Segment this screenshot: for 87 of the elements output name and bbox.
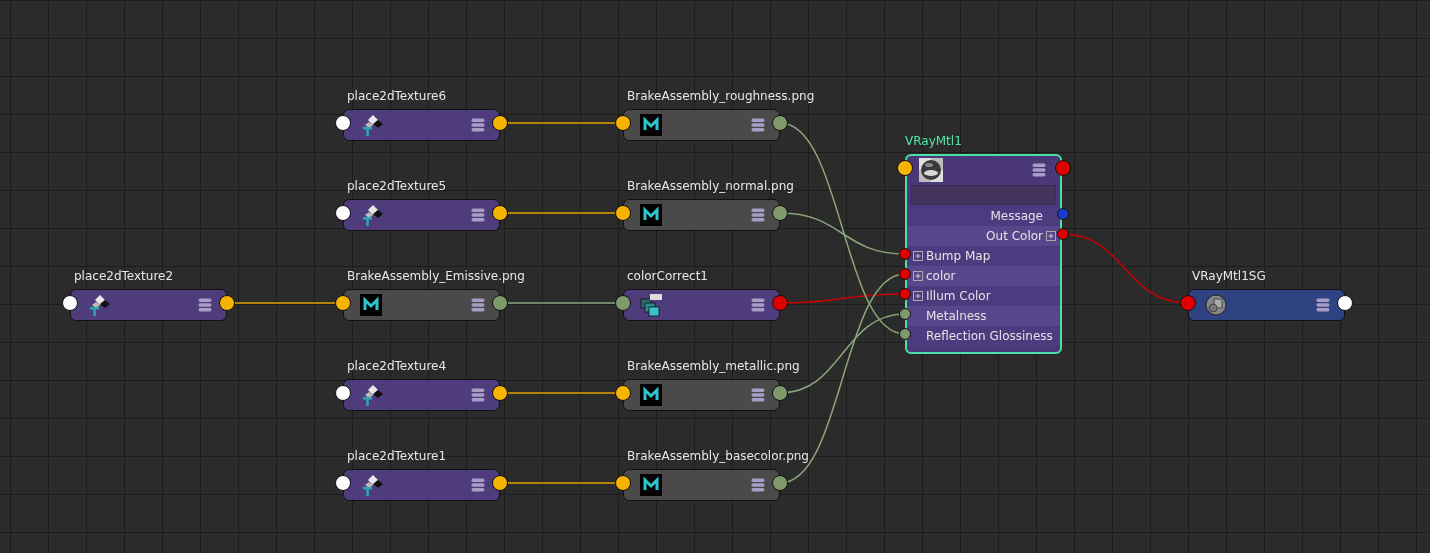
output-port[interactable] [772,385,788,401]
input-port[interactable] [615,295,631,311]
node-title: place2dTexture1 [347,448,447,465]
output-port[interactable] [1337,295,1353,311]
output-port[interactable] [492,295,508,311]
output-port[interactable] [219,295,235,311]
texture-file-icon [360,294,382,316]
input-port[interactable] [335,385,351,401]
output-port[interactable] [492,385,508,401]
node-body[interactable] [343,379,500,411]
node-title: BrakeAssembly_metallic.png [627,358,800,375]
input-port[interactable] [899,328,911,340]
node-title: place2dTexture6 [347,88,447,105]
attribute-label: Reflection Glossiness [926,329,1053,343]
expand-icon[interactable] [1046,231,1056,241]
input-port[interactable] [335,205,351,221]
output-port[interactable] [772,115,788,131]
name-field[interactable] [911,185,1056,205]
attribute-label: Message [990,209,1043,223]
output-port[interactable] [492,115,508,131]
input-port[interactable] [899,308,911,320]
input-port[interactable] [897,160,913,176]
node-title: colorCorrect1 [627,268,708,285]
attribute-label: Illum Color [926,289,991,303]
node-body[interactable] [343,109,500,141]
node-body[interactable] [623,109,780,141]
node-body[interactable] [343,289,500,321]
input-port[interactable] [335,295,351,311]
sphere-thumbnail-icon [919,158,943,182]
material-node[interactable]: Message Out Color Bump Map color Illum Color Metalness Reflection Glossiness [905,154,1062,354]
output-port[interactable] [772,205,788,221]
input-port[interactable] [899,268,911,280]
input-port[interactable] [615,205,631,221]
input-port[interactable] [615,475,631,491]
input-port[interactable] [62,295,78,311]
stack-icon[interactable] [471,478,485,492]
texture-file-icon [640,474,662,496]
node-title: place2dTexture4 [347,358,447,375]
attribute-label: Metalness [926,309,987,323]
texture-file-icon [640,114,662,136]
node-title: place2dTexture2 [74,268,174,285]
stack-icon[interactable] [751,208,765,222]
stack-icon[interactable] [751,118,765,132]
input-port[interactable] [335,115,351,131]
input-port[interactable] [1180,295,1196,311]
stack-icon[interactable] [751,298,765,312]
input-port[interactable] [899,288,911,300]
node-title: VRayMtl1SG [1192,268,1266,285]
texture-file-icon [640,384,662,406]
node-title: BrakeAssembly_basecolor.png [627,448,809,465]
stack-icon[interactable] [1032,163,1046,177]
node-body[interactable] [623,379,780,411]
node-body[interactable] [1188,289,1345,321]
node-body[interactable] [623,199,780,231]
node-body[interactable] [70,289,227,321]
node-body[interactable] [623,289,780,321]
stack-icon[interactable] [471,118,485,132]
expand-icon[interactable] [913,251,923,261]
node-body[interactable] [623,469,780,501]
input-port[interactable] [899,248,911,260]
stack-icon[interactable] [471,388,485,402]
input-port[interactable] [335,475,351,491]
texture-file-icon [640,204,662,226]
expand-icon[interactable] [913,291,923,301]
shading-group-icon [1205,294,1227,316]
output-port[interactable] [492,475,508,491]
input-port[interactable] [615,385,631,401]
node-title: VRayMtl1 [905,133,962,150]
node-title: BrakeAssembly_normal.png [627,178,794,195]
attribute-label: Bump Map [926,249,991,263]
node-body[interactable] [343,469,500,501]
stack-icon[interactable] [751,388,765,402]
stack-icon[interactable] [471,208,485,222]
input-port[interactable] [615,115,631,131]
attribute-label: color [926,269,956,283]
node-title: BrakeAssembly_Emissive.png [347,268,525,285]
attribute-label: Out Color [986,229,1043,243]
output-port[interactable] [492,205,508,221]
expand-icon[interactable] [913,271,923,281]
node-title: BrakeAssembly_roughness.png [627,88,815,105]
node-body[interactable] [343,199,500,231]
stack-icon[interactable] [471,298,485,312]
node-title: place2dTexture5 [347,178,447,195]
stack-icon[interactable] [1316,298,1330,312]
stack-icon[interactable] [751,478,765,492]
stack-icon[interactable] [198,298,212,312]
output-port[interactable] [772,475,788,491]
